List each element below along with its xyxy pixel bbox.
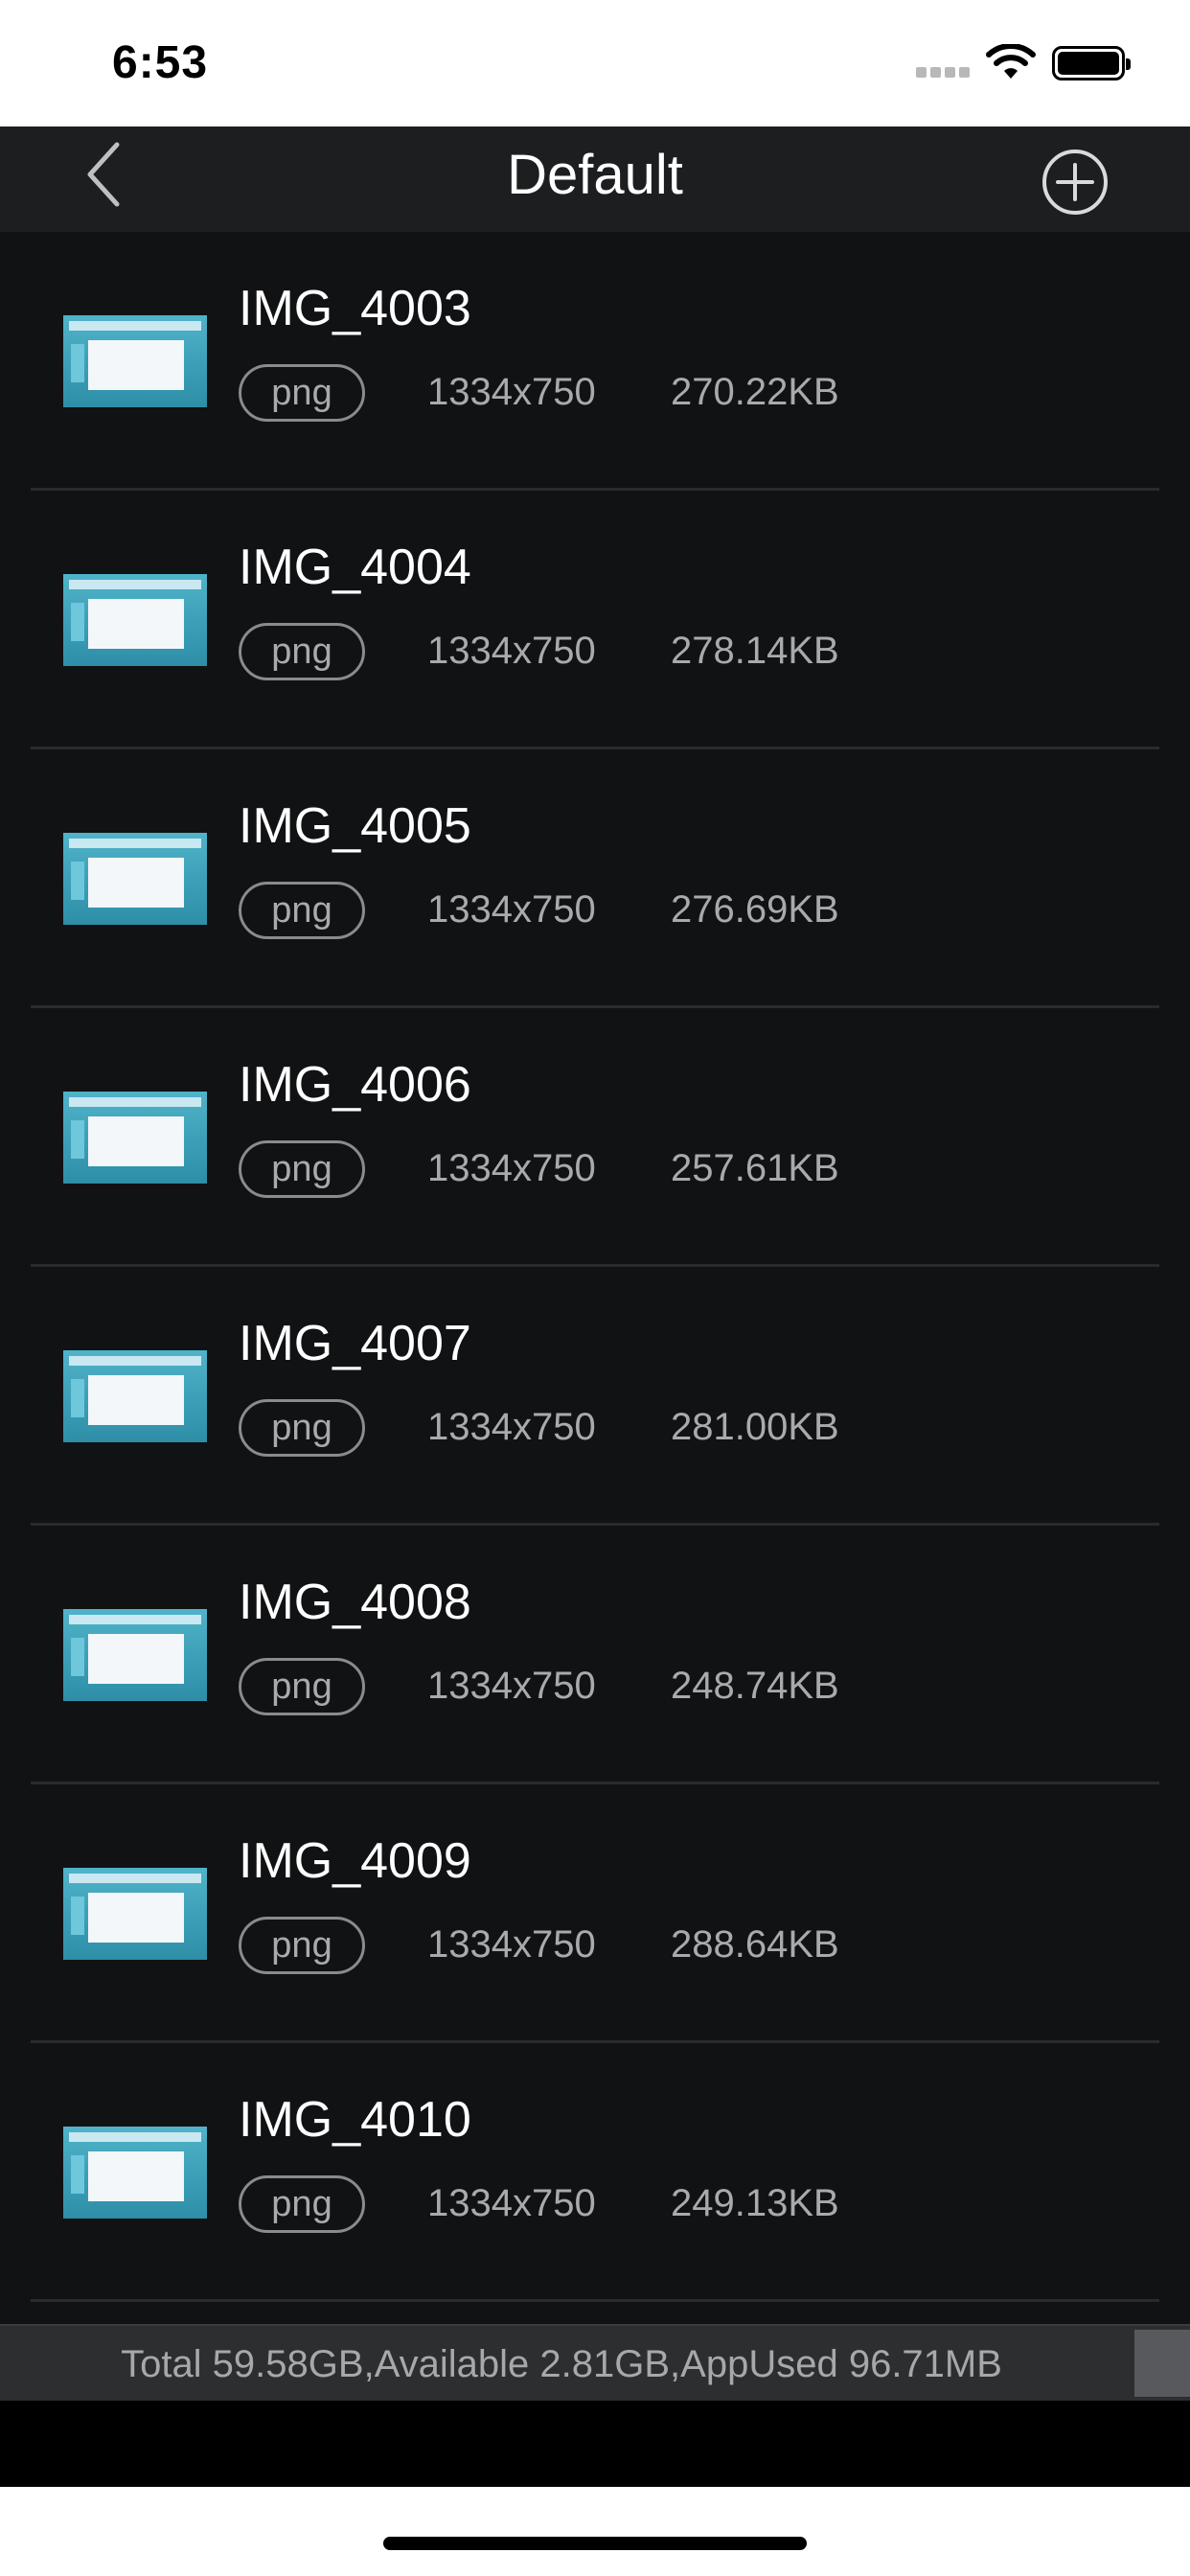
file-dimensions: 1334x750 <box>427 1923 596 1966</box>
file-thumbnail <box>63 315 207 407</box>
file-dimensions: 1334x750 <box>427 2182 596 2224</box>
cellular-signal-icon <box>916 67 972 80</box>
file-type-badge: png <box>239 1399 365 1457</box>
home-indicator[interactable] <box>383 2537 807 2550</box>
file-size: 288.64KB <box>671 1923 839 1966</box>
file-name: IMG_4010 <box>239 2092 471 2148</box>
wifi-icon <box>986 44 1036 79</box>
file-list: IMG_4003 png 1334x750 270.22KB IMG_4004 … <box>0 232 1190 2324</box>
add-button[interactable] <box>1041 148 1110 217</box>
home-indicator-area <box>0 2487 1190 2576</box>
file-row[interactable]: IMG_4004 png 1334x750 278.14KB <box>0 491 1190 749</box>
page-title: Default <box>507 143 683 206</box>
file-size: 278.14KB <box>671 630 839 672</box>
row-divider <box>31 2299 1159 2302</box>
file-dimensions: 1334x750 <box>427 630 596 672</box>
file-row[interactable]: IMG_4005 png 1334x750 276.69KB <box>0 749 1190 1008</box>
file-size: 248.74KB <box>671 1665 839 1707</box>
file-name: IMG_4007 <box>239 1316 471 1371</box>
file-thumbnail <box>63 574 207 666</box>
status-time: 6:53 <box>112 37 209 88</box>
file-thumbnail <box>63 1609 207 1701</box>
file-name: IMG_4005 <box>239 798 471 854</box>
file-size: 270.22KB <box>671 371 839 413</box>
file-type-badge: png <box>239 1140 365 1198</box>
file-row[interactable]: IMG_4009 png 1334x750 288.64KB <box>0 1784 1190 2043</box>
file-row[interactable]: IMG_4006 png 1334x750 257.61KB <box>0 1008 1190 1267</box>
file-type-badge: png <box>239 623 365 680</box>
file-thumbnail <box>63 833 207 925</box>
file-row[interactable]: IMG_4003 png 1334x750 270.22KB <box>0 232 1190 491</box>
battery-icon <box>1052 46 1131 80</box>
status-bar: 6:53 <box>0 0 1190 126</box>
storage-info-bar: Total 59.58GB,Available 2.81GB,AppUsed 9… <box>0 2324 1190 2401</box>
file-dimensions: 1334x750 <box>427 888 596 931</box>
file-dimensions: 1334x750 <box>427 1665 596 1707</box>
bottom-spacer <box>0 2401 1190 2487</box>
file-thumbnail <box>63 2127 207 2219</box>
storage-info-text: Total 59.58GB,Available 2.81GB,AppUsed 9… <box>121 2342 1002 2385</box>
file-name: IMG_4006 <box>239 1057 471 1113</box>
file-size: 249.13KB <box>671 2182 839 2224</box>
scrollbar-thumb[interactable] <box>1134 2330 1190 2397</box>
file-size: 281.00KB <box>671 1406 839 1448</box>
file-type-badge: png <box>239 1917 365 1974</box>
file-row[interactable]: IMG_4007 png 1334x750 281.00KB <box>0 1267 1190 1526</box>
file-thumbnail <box>63 1868 207 1960</box>
file-name: IMG_4003 <box>239 281 471 336</box>
file-dimensions: 1334x750 <box>427 371 596 413</box>
nav-bar: Default <box>0 126 1190 232</box>
file-row[interactable]: IMG_4010 png 1334x750 249.13KB <box>0 2043 1190 2302</box>
file-name: IMG_4008 <box>239 1575 471 1630</box>
file-thumbnail <box>63 1092 207 1184</box>
file-dimensions: 1334x750 <box>427 1147 596 1189</box>
file-name: IMG_4004 <box>239 540 471 595</box>
file-row[interactable]: IMG_4008 png 1334x750 248.74KB <box>0 1526 1190 1784</box>
file-type-badge: png <box>239 1658 365 1715</box>
file-size: 276.69KB <box>671 888 839 931</box>
file-dimensions: 1334x750 <box>427 1406 596 1448</box>
file-size: 257.61KB <box>671 1147 839 1189</box>
file-type-badge: png <box>239 2175 365 2233</box>
file-type-badge: png <box>239 882 365 939</box>
file-name: IMG_4009 <box>239 1833 471 1889</box>
file-thumbnail <box>63 1350 207 1442</box>
file-type-badge: png <box>239 364 365 422</box>
